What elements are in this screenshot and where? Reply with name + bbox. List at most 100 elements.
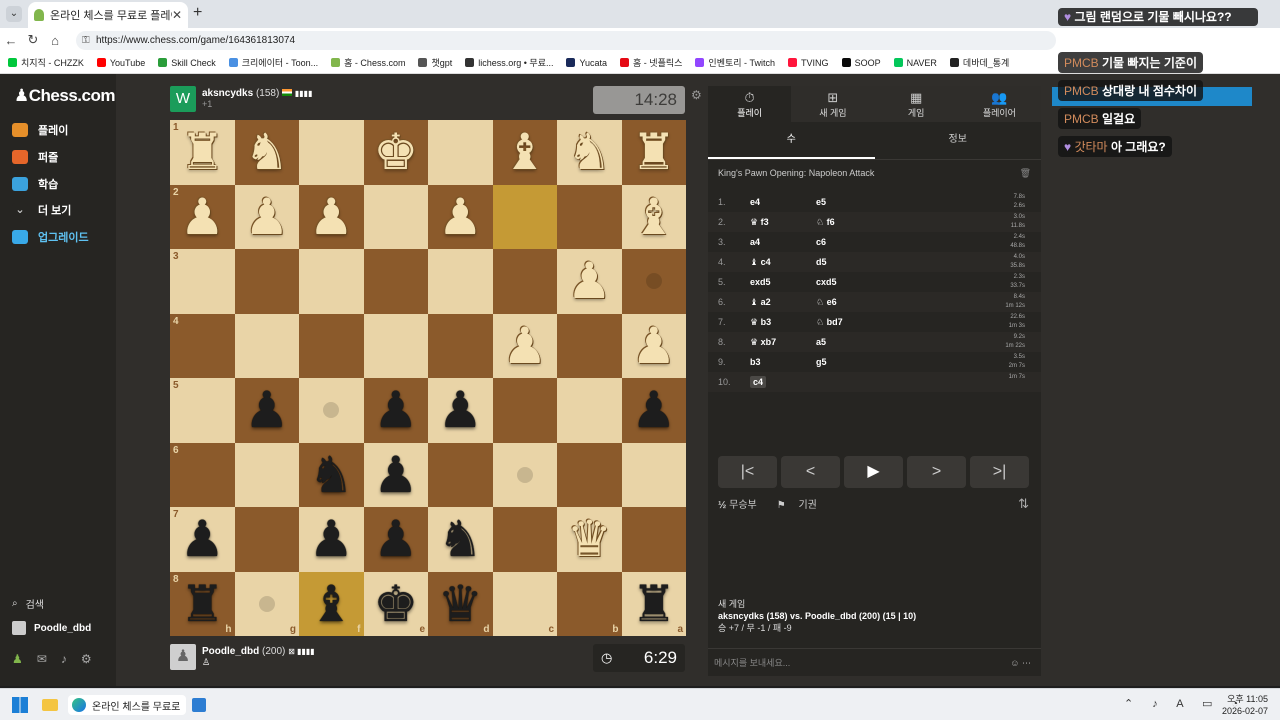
board-square[interactable] bbox=[492, 378, 557, 443]
bookmark-5[interactable]: 챗gpt bbox=[418, 56, 452, 69]
board-square[interactable]: g bbox=[234, 571, 299, 636]
emoji-icon[interactable]: ☺ ⋯ bbox=[1010, 649, 1031, 677]
tab-plus[interactable]: ⊞ 새 게임 bbox=[791, 86, 875, 122]
next-move-button[interactable]: > bbox=[907, 456, 966, 488]
white-move[interactable]: exd5 bbox=[750, 277, 771, 287]
sidebar-user[interactable]: Poodle_dbd bbox=[12, 621, 91, 635]
board-square[interactable] bbox=[557, 442, 622, 507]
board-square[interactable] bbox=[492, 507, 557, 572]
board-square[interactable] bbox=[299, 313, 364, 378]
black-knight-piece[interactable]: ♞ bbox=[299, 443, 364, 508]
black-move[interactable]: ♘ e6 bbox=[816, 297, 916, 308]
white-pawn-piece[interactable]: ♟ bbox=[299, 185, 364, 250]
white-move[interactable]: a4 bbox=[750, 237, 760, 247]
board-square[interactable]: ♟ bbox=[299, 184, 364, 250]
board-square[interactable] bbox=[557, 184, 622, 249]
taskbar-edge-app[interactable]: 온라인 체스를 무료로 풀 bbox=[68, 695, 186, 715]
top-player-avatar[interactable]: W bbox=[170, 86, 196, 112]
board-square[interactable]: 2 ♟ bbox=[170, 184, 235, 250]
board-square[interactable]: 1 ♜ bbox=[170, 120, 235, 185]
black-knight-piece[interactable]: ♞ bbox=[428, 507, 493, 572]
black-rook-piece[interactable]: ♜ bbox=[622, 572, 687, 637]
bookmark-9[interactable]: 인벤토리 - Twitch bbox=[695, 56, 775, 69]
white-pawn-piece[interactable]: ♟ bbox=[235, 185, 300, 250]
board-square[interactable] bbox=[363, 184, 428, 249]
windows-start-icon[interactable] bbox=[12, 697, 28, 713]
mail-icon[interactable]: ✉ bbox=[37, 652, 61, 666]
board-square[interactable]: ♜ bbox=[621, 120, 687, 185]
sidebar-item-4[interactable]: 업그레이드 bbox=[12, 229, 89, 245]
bell-icon[interactable]: ♪ bbox=[61, 652, 81, 666]
board-square[interactable] bbox=[492, 249, 557, 314]
board-square[interactable]: ♟ bbox=[428, 184, 493, 249]
white-move[interactable]: ♛ f3 bbox=[750, 217, 769, 227]
white-pawn-piece[interactable]: ♟ bbox=[493, 314, 558, 379]
draw-button[interactable]: ½ 무승부 bbox=[718, 496, 767, 511]
board-square[interactable]: b bbox=[557, 571, 622, 636]
black-rook-piece[interactable]: ♜ bbox=[170, 572, 235, 637]
tab-players[interactable]: 👥 플레이어 bbox=[957, 86, 1041, 122]
white-pawn-piece[interactable]: ♟ bbox=[170, 185, 235, 250]
board-square[interactable]: ♟ bbox=[234, 378, 300, 443]
top-player-name[interactable]: aksncydks (158) ▮▮▮▮ bbox=[202, 88, 312, 99]
bookmark-2[interactable]: Skill Check bbox=[158, 58, 216, 68]
back-icon[interactable]: ← bbox=[0, 33, 22, 48]
board-square[interactable]: d ♛ bbox=[428, 571, 493, 636]
chess-board[interactable]: 1 ♜ ♞ ♚ ♝ ♞ ♜ 2 ♟ ♟ ♟ ♟ ♝ 3 ♟ 4 ♟ ♟ 5 ♟ ♟ ♟ ♟ 6 ♞ ♟ 7 ♟ ♟ ♟ ♞ ♛ 8 h ♜ g f ♝ e ♚… bbox=[170, 120, 686, 636]
board-square[interactable] bbox=[428, 249, 493, 314]
black-king-piece[interactable]: ♚ bbox=[364, 572, 429, 637]
board-square[interactable] bbox=[234, 442, 299, 507]
tab-info[interactable]: 정보 bbox=[875, 122, 1042, 159]
resign-button[interactable]: ⚑ 기권 bbox=[777, 496, 827, 511]
white-rook-piece[interactable]: ♜ bbox=[622, 120, 687, 185]
sidebar-item-3[interactable]: ⌄ 더 보기 bbox=[12, 202, 71, 218]
board-square[interactable]: ♟ bbox=[621, 378, 686, 443]
bookmark-7[interactable]: Yucata bbox=[566, 58, 607, 68]
board-square[interactable]: ♞ bbox=[428, 507, 493, 572]
black-pawn-piece[interactable]: ♟ bbox=[364, 443, 429, 508]
board-square[interactable] bbox=[428, 442, 493, 507]
black-pawn-piece[interactable]: ♟ bbox=[170, 507, 235, 572]
reload-icon[interactable]: ↻ bbox=[22, 32, 44, 48]
board-square[interactable]: ♟ bbox=[363, 378, 428, 443]
board-square[interactable] bbox=[557, 313, 622, 378]
white-move[interactable]: b3 bbox=[750, 357, 761, 367]
board-square[interactable]: ♟ bbox=[363, 507, 429, 572]
board-square[interactable]: ♟ bbox=[234, 184, 300, 250]
bookmark-3[interactable]: 크리에이터 - Toon... bbox=[228, 56, 318, 69]
white-move[interactable]: e4 bbox=[750, 197, 760, 207]
board-square[interactable]: ♞ bbox=[299, 442, 364, 508]
trash-icon[interactable]: 🗑 bbox=[1020, 160, 1031, 186]
black-pawn-piece[interactable]: ♟ bbox=[364, 507, 429, 572]
sidebar-item-2[interactable]: 학습 bbox=[12, 176, 58, 192]
black-pawn-piece[interactable]: ♟ bbox=[299, 507, 364, 572]
black-move[interactable]: cxd5 bbox=[816, 277, 916, 287]
board-square[interactable] bbox=[299, 249, 364, 314]
board-square[interactable]: f ♝ bbox=[299, 571, 364, 636]
sidebar-item-0[interactable]: 플레이 bbox=[12, 122, 68, 138]
white-move[interactable]: ♝ c4 bbox=[750, 257, 771, 267]
board-square[interactable]: ♛ bbox=[557, 507, 622, 572]
white-move[interactable]: ♛ b3 bbox=[750, 317, 771, 327]
new-tab-icon[interactable]: + bbox=[193, 4, 202, 22]
sidebar-search[interactable]: ⌕ 검색 bbox=[12, 596, 44, 611]
white-knight-piece[interactable]: ♞ bbox=[557, 120, 622, 185]
board-square[interactable]: ♟ bbox=[621, 313, 686, 378]
white-king-piece[interactable]: ♚ bbox=[364, 120, 429, 185]
board-square[interactable]: ♞ bbox=[234, 120, 299, 185]
tab-stopwatch[interactable]: ⏱ 플레이 bbox=[708, 86, 792, 122]
browser-tab[interactable]: 온라인 체스를 무료로 플레이하세 ✕ bbox=[28, 2, 188, 28]
sidebar-item-1[interactable]: 퍼즐 bbox=[12, 149, 58, 165]
board-square[interactable]: 3 bbox=[170, 249, 235, 314]
board-square[interactable] bbox=[428, 313, 493, 378]
white-move[interactable]: ♝ a2 bbox=[750, 297, 771, 307]
black-pawn-piece[interactable]: ♟ bbox=[235, 378, 300, 443]
board-square[interactable] bbox=[363, 249, 428, 314]
tab-list-icon[interactable]: ⌄ bbox=[6, 6, 22, 22]
first-move-button[interactable]: |< bbox=[718, 456, 777, 488]
board-square[interactable]: ♟ bbox=[428, 378, 493, 443]
home-icon[interactable]: ⌂ bbox=[44, 33, 66, 48]
store-icon[interactable] bbox=[192, 695, 206, 715]
bottom-player-name[interactable]: Poodle_dbd (200) ⊠ ▮▮▮▮ bbox=[202, 646, 315, 657]
file-explorer-icon[interactable] bbox=[42, 695, 58, 715]
